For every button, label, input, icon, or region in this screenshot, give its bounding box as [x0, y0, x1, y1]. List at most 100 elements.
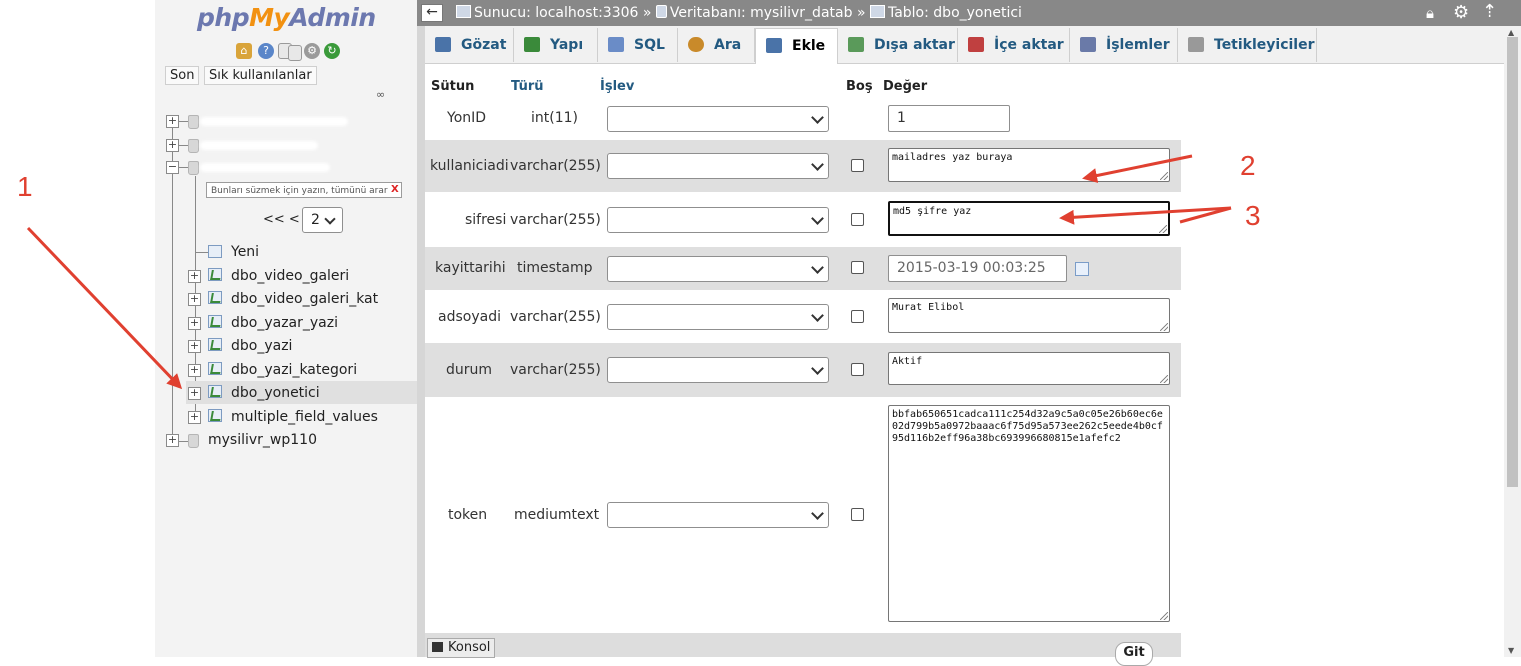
scrollbar-thumb[interactable] [1507, 37, 1518, 487]
expand-icon[interactable]: + [166, 139, 179, 152]
redacted-db-name[interactable] [200, 163, 330, 172]
tab-import[interactable]: İçe aktar [958, 28, 1070, 62]
value-textarea[interactable]: mailadres yaz buraya [888, 148, 1170, 182]
column-type: varchar(255) [510, 158, 601, 174]
console-icon [432, 642, 443, 652]
null-checkbox[interactable] [851, 508, 864, 521]
panel-resizer[interactable] [417, 0, 425, 657]
tree-line [178, 167, 188, 168]
tree-item-database[interactable]: mysilivr_wp110 [208, 431, 317, 449]
header-type[interactable]: Türü [511, 78, 544, 96]
datetime-input[interactable]: 2015-03-19 00:03:25 [888, 255, 1067, 282]
value-input[interactable]: 1 [888, 105, 1010, 132]
annotation-arrow-3b [1179, 206, 1232, 224]
expand-icon[interactable]: + [188, 293, 201, 306]
clear-filter-icon[interactable]: X [391, 184, 401, 196]
tab-sql[interactable]: SQL [598, 28, 678, 62]
function-select[interactable] [607, 106, 829, 132]
gear-icon[interactable]: ⚙ [304, 43, 320, 59]
phpmyadmin-logo[interactable]: phpMyAdmin [197, 3, 376, 32]
tree-item-table-active[interactable]: dbo_yonetici [231, 384, 320, 402]
breadcrumb-separator: » [642, 5, 652, 21]
home-icon[interactable]: ⌂ [236, 43, 252, 59]
go-button[interactable]: Git [1115, 642, 1153, 666]
database-icon [188, 139, 199, 153]
page-select[interactable]: 2 [302, 207, 343, 233]
console-button[interactable]: Konsol [427, 638, 496, 658]
breadcrumb-server[interactable]: Sunucu: localhost:3306 [474, 5, 638, 21]
column-type: varchar(255) [510, 362, 601, 378]
expand-icon[interactable]: + [166, 434, 179, 447]
table-icon [208, 338, 222, 351]
scroll-down-icon[interactable]: ▼ [1508, 646, 1514, 655]
back-button[interactable]: ← [421, 4, 443, 22]
database-icon [188, 115, 199, 129]
collapse-up-icon[interactable]: ⇡ [1482, 1, 1497, 22]
calendar-icon[interactable] [1075, 262, 1089, 276]
tab-insert[interactable]: Ekle [755, 28, 838, 64]
tree-item-new[interactable]: Yeni [231, 243, 259, 261]
null-checkbox[interactable] [851, 310, 864, 323]
link-icon[interactable]: ∞ [376, 89, 392, 100]
tab-structure[interactable]: Yapı [514, 28, 598, 62]
column-name: sifresi [465, 212, 507, 228]
reload-icon[interactable]: ↻ [324, 43, 340, 59]
tab-triggers[interactable]: Tetikleyiciler [1178, 28, 1317, 62]
expand-icon[interactable]: + [188, 270, 201, 283]
function-select[interactable] [607, 207, 829, 233]
table-filter-input[interactable]: Bunları süzmek için yazın, tümünü arar [206, 182, 402, 198]
tree-item-table[interactable]: dbo_video_galeri [231, 267, 349, 285]
scroll-up-icon[interactable]: ▲ [1508, 28, 1514, 37]
value-textarea[interactable]: Aktif [888, 352, 1170, 385]
header-function[interactable]: İşlev [600, 78, 634, 96]
null-checkbox[interactable] [851, 261, 864, 274]
expand-icon[interactable]: + [188, 340, 201, 353]
breadcrumb-database[interactable]: Veritabanı: mysilivr_datab [670, 5, 853, 21]
expand-icon[interactable]: + [166, 115, 179, 128]
tree-item-table[interactable]: multiple_field_values [231, 408, 378, 426]
tree-item-table[interactable]: dbo_yazi [231, 337, 292, 355]
tree-line [178, 441, 188, 442]
function-select[interactable] [607, 502, 829, 528]
header-value: Değer [883, 79, 928, 94]
null-checkbox[interactable] [851, 363, 864, 376]
column-name: kayittarihi [435, 260, 506, 276]
breadcrumb-table[interactable]: Tablo: dbo_yonetici [888, 5, 1022, 21]
function-select[interactable] [607, 357, 829, 383]
chevron-down-icon [811, 261, 824, 274]
value-textarea[interactable]: Murat Elibol [888, 298, 1170, 333]
expand-icon[interactable]: + [188, 364, 201, 377]
lock-icon[interactable]: 🔒︎ [1426, 4, 1434, 22]
value-textarea[interactable]: bbfab650651cadca111c254d32a9c5a0c05e26b6… [888, 405, 1170, 622]
value-textarea-focused[interactable]: md5 şifre yaz [888, 201, 1170, 236]
redacted-db-name[interactable] [200, 141, 318, 150]
tree-item-table[interactable]: dbo_yazar_yazi [231, 314, 338, 332]
function-select[interactable] [607, 304, 829, 330]
tree-item-table[interactable]: dbo_video_galeri_kat [231, 290, 378, 308]
tab-operations[interactable]: İşlemler [1070, 28, 1178, 62]
chevron-down-icon [811, 111, 824, 124]
null-checkbox[interactable] [851, 159, 864, 172]
table-icon [208, 362, 222, 375]
null-checkbox[interactable] [851, 213, 864, 226]
redacted-db-name[interactable] [200, 117, 348, 126]
expand-icon[interactable]: + [188, 411, 201, 424]
tab-export[interactable]: Dışa aktar [838, 28, 958, 62]
settings-gear-icon[interactable]: ⚙ [1453, 2, 1469, 23]
favorites-tab[interactable]: Sık kullanılanlar [204, 66, 317, 85]
expand-icon[interactable]: + [188, 387, 201, 400]
pager-previous[interactable]: << < [263, 212, 300, 227]
recent-tab[interactable]: Son [165, 66, 200, 85]
expand-icon[interactable]: + [188, 317, 201, 330]
import-icon [968, 37, 984, 52]
copy-icon[interactable] [288, 45, 302, 61]
collapse-icon[interactable]: − [166, 161, 179, 174]
tree-item-table[interactable]: dbo_yazi_kategori [231, 361, 357, 379]
column-type: timestamp [517, 260, 593, 276]
help-icon[interactable]: ? [258, 43, 274, 59]
column-name: YonID [447, 110, 487, 126]
function-select[interactable] [607, 153, 829, 179]
tab-search[interactable]: Ara [678, 28, 755, 62]
tab-browse[interactable]: Gözat [425, 28, 514, 62]
function-select[interactable] [607, 256, 829, 282]
